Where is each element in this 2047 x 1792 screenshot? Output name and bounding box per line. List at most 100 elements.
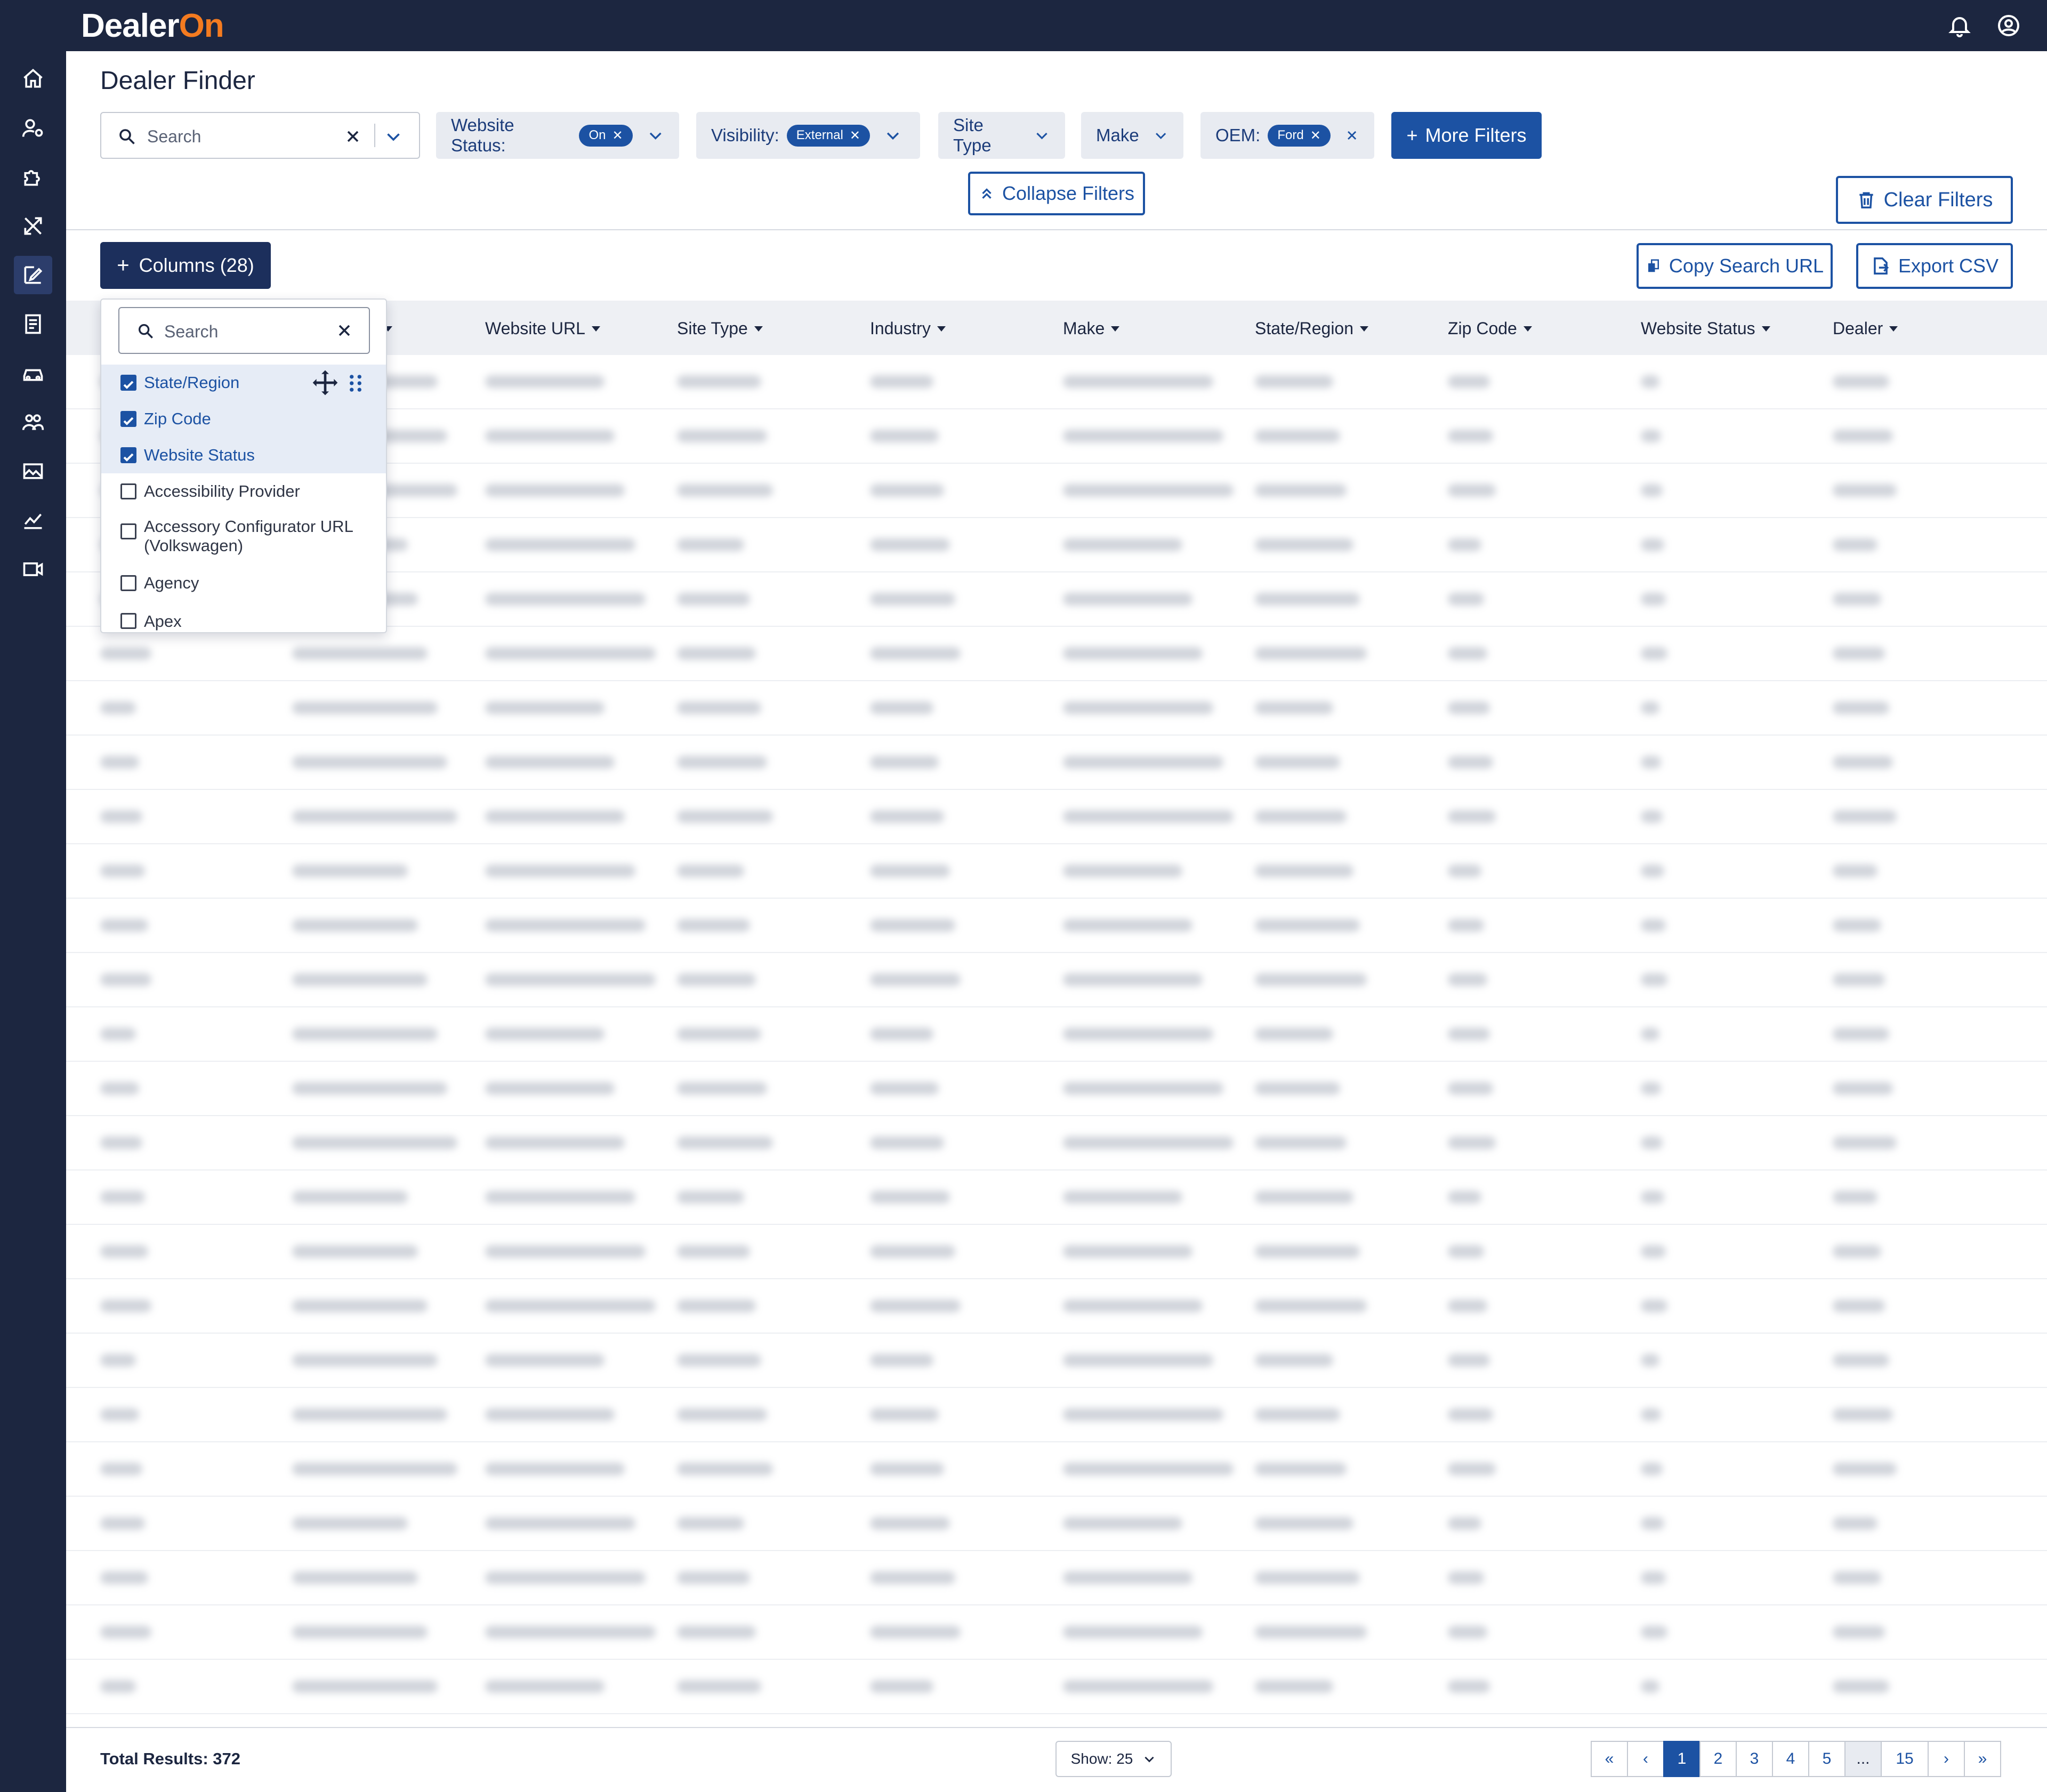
drag-handle-icon[interactable] xyxy=(348,374,364,392)
search-input[interactable]: Search xyxy=(100,112,420,159)
last-page-icon[interactable]: » xyxy=(1964,1741,2001,1777)
more-filters-button[interactable]: + More Filters xyxy=(1391,112,1542,159)
clear-search-icon[interactable] xyxy=(343,127,362,146)
blurred-cell xyxy=(485,756,615,769)
remove-icon[interactable]: ✕ xyxy=(1310,128,1321,143)
columns-search-input[interactable]: Search xyxy=(118,307,370,354)
checkbox-checked[interactable] xyxy=(120,375,136,391)
video-icon[interactable] xyxy=(14,550,52,588)
table-row[interactable] xyxy=(66,1007,2047,1062)
page-15[interactable]: 15 xyxy=(1881,1741,1929,1777)
next-page-icon[interactable]: › xyxy=(1928,1741,1965,1777)
column-option-apex[interactable]: Apex xyxy=(101,601,386,632)
remove-icon[interactable]: ✕ xyxy=(850,128,860,143)
account-icon[interactable] xyxy=(1996,13,2021,38)
user-settings-icon[interactable] xyxy=(14,109,52,147)
column-option-label: Zip Code xyxy=(144,409,211,428)
columns-button[interactable]: + Columns (28) xyxy=(100,242,271,289)
blurred-cell xyxy=(870,484,944,497)
checkbox[interactable] xyxy=(120,523,136,539)
header-zip-code[interactable]: Zip Code xyxy=(1448,319,1532,338)
chevron-down-icon[interactable] xyxy=(384,127,403,146)
first-page-icon[interactable]: « xyxy=(1591,1741,1628,1777)
filter-value-pill[interactable]: Ford ✕ xyxy=(1268,124,1331,147)
close-icon[interactable] xyxy=(1344,126,1359,144)
clear-search-icon[interactable] xyxy=(335,321,354,340)
page-4[interactable]: 4 xyxy=(1772,1741,1809,1777)
header-website-status[interactable]: Website Status xyxy=(1641,319,1770,338)
checkbox[interactable] xyxy=(120,483,136,499)
checkbox[interactable] xyxy=(120,613,136,629)
bell-icon[interactable] xyxy=(1947,13,1972,38)
table-row[interactable] xyxy=(66,1062,2047,1116)
export-csv-button[interactable]: Export CSV xyxy=(1856,243,2013,289)
table-row[interactable] xyxy=(66,1497,2047,1551)
header-website-url[interactable]: Website URL xyxy=(485,319,600,338)
checkbox-checked[interactable] xyxy=(120,447,136,463)
page-1[interactable]: 1 xyxy=(1663,1741,1701,1777)
copy-search-url-button[interactable]: Copy Search URL xyxy=(1637,243,1833,289)
edit-icon[interactable] xyxy=(14,256,52,294)
column-option-agency[interactable]: Agency xyxy=(101,565,386,601)
filter-value-pill[interactable]: On ✕ xyxy=(579,124,633,147)
blurred-cell xyxy=(1063,1028,1213,1040)
chart-icon[interactable] xyxy=(14,501,52,539)
table-row[interactable] xyxy=(66,844,2047,899)
collapse-filters-button[interactable]: Collapse Filters xyxy=(968,172,1145,215)
checkbox[interactable] xyxy=(120,575,136,591)
puzzle-icon[interactable] xyxy=(14,158,52,196)
dealeron-logo[interactable]: Dealer On xyxy=(81,4,224,47)
table-row[interactable] xyxy=(66,1442,2047,1497)
column-option-accessory-configurator-url[interactable]: Accessory Configurator URL (Volkswagen) xyxy=(101,510,386,565)
table-row[interactable] xyxy=(66,1171,2047,1225)
page-2[interactable]: 2 xyxy=(1699,1741,1737,1777)
image-icon[interactable] xyxy=(14,452,52,490)
table-row[interactable] xyxy=(66,953,2047,1007)
document-icon[interactable] xyxy=(14,305,52,343)
header-make[interactable]: Make xyxy=(1063,319,1120,338)
header-site-type[interactable]: Site Type xyxy=(677,319,763,338)
header-industry[interactable]: Industry xyxy=(870,319,946,338)
clear-filters-button[interactable]: Clear Filters xyxy=(1836,176,2013,224)
filter-site-type[interactable]: Site Type xyxy=(938,112,1065,159)
column-option-zip-code[interactable]: Zip Code xyxy=(101,401,386,437)
page-5[interactable]: 5 xyxy=(1808,1741,1845,1777)
chevron-down-icon[interactable] xyxy=(1153,126,1168,144)
filter-visibility[interactable]: Visibility: External ✕ xyxy=(696,112,920,159)
tools-icon[interactable] xyxy=(14,207,52,245)
table-row[interactable] xyxy=(66,1660,2047,1714)
remove-icon[interactable]: ✕ xyxy=(612,128,623,143)
table-row[interactable] xyxy=(66,1116,2047,1171)
table-row[interactable] xyxy=(66,736,2047,790)
table-row[interactable] xyxy=(66,1605,2047,1660)
table-row[interactable] xyxy=(66,1388,2047,1442)
page-3[interactable]: 3 xyxy=(1736,1741,1773,1777)
page-size-select[interactable]: Show: 25 xyxy=(1055,1741,1172,1777)
column-option-state-region[interactable]: State/Region xyxy=(101,365,386,401)
column-option-accessibility-provider[interactable]: Accessibility Provider xyxy=(101,473,386,510)
table-row[interactable] xyxy=(66,899,2047,953)
table-row[interactable] xyxy=(66,1279,2047,1334)
chevron-down-icon[interactable] xyxy=(647,126,664,144)
table-row[interactable] xyxy=(66,1334,2047,1388)
table-row[interactable] xyxy=(66,1225,2047,1279)
blurred-cell xyxy=(1448,865,1481,877)
table-row[interactable] xyxy=(66,790,2047,844)
previous-page-icon[interactable]: ‹ xyxy=(1627,1741,1664,1777)
car-icon[interactable] xyxy=(14,354,52,392)
users-icon[interactable] xyxy=(14,403,52,441)
checkbox-checked[interactable] xyxy=(120,411,136,427)
table-row[interactable] xyxy=(66,627,2047,681)
filter-oem[interactable]: OEM: Ford ✕ xyxy=(1200,112,1374,159)
table-row[interactable] xyxy=(66,1551,2047,1605)
chevron-down-icon[interactable] xyxy=(1034,126,1050,144)
column-option-website-status[interactable]: Website Status xyxy=(101,437,386,473)
home-icon[interactable] xyxy=(14,60,52,98)
filter-website-status[interactable]: Website Status: On ✕ xyxy=(436,112,679,159)
filter-value-pill[interactable]: External ✕ xyxy=(786,124,870,147)
chevron-down-icon[interactable] xyxy=(884,126,902,144)
header-state-region[interactable]: State/Region xyxy=(1255,319,1369,338)
table-row[interactable] xyxy=(66,681,2047,736)
header-dealer[interactable]: Dealer xyxy=(1833,319,1898,338)
filter-make[interactable]: Make xyxy=(1081,112,1183,159)
